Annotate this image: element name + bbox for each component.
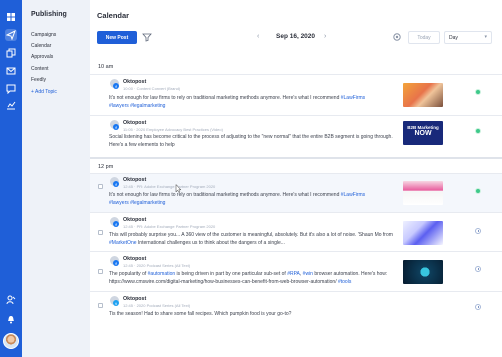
facebook-icon: f <box>113 221 119 227</box>
published-status-icon <box>475 188 481 194</box>
sidebar-item-approvals[interactable]: Approvals <box>31 54 53 60</box>
facebook-icon: f <box>113 124 119 130</box>
users-icon[interactable] <box>5 294 17 306</box>
sidebar-item-calendar[interactable]: Calendar <box>31 43 51 49</box>
sidebar-item-content[interactable]: Content <box>31 66 49 72</box>
calendar-main: Calendar New Post ‹ Sep 16, 2020 › Today… <box>90 0 502 357</box>
post-row[interactable]: f Oktopost 12:45 · 2020 Podcast Series (… <box>90 253 502 291</box>
post-row[interactable]: f Oktopost 12:45 · PR: Adobe Exchange Pa… <box>90 214 502 251</box>
icon-rail <box>0 0 22 357</box>
post-meta: 12:45 · 2020 Podcast Series (All Text) <box>123 303 191 308</box>
post-thumbnail[interactable]: B2B Marketing NOW <box>403 121 443 145</box>
next-day-button[interactable]: › <box>324 33 326 40</box>
post-checkbox[interactable] <box>98 230 103 235</box>
view-select[interactable]: Day ▾ <box>444 31 492 44</box>
post-account-name: Oktopost <box>123 177 147 183</box>
chart-icon[interactable] <box>5 99 17 111</box>
published-status-icon <box>475 89 481 95</box>
post-checkbox[interactable] <box>98 184 103 189</box>
add-topic-link[interactable]: + Add Topic <box>31 89 57 95</box>
post-meta: 12:45 · 2020 Podcast Series (All Text) <box>123 263 191 268</box>
post-account-name: Oktopost <box>123 256 147 262</box>
post-text: Social listening has become critical to … <box>109 134 393 149</box>
post-meta: 12:45 · PR: Adobe Exchange Partner Progr… <box>123 184 216 189</box>
home-icon[interactable] <box>5 11 17 23</box>
settings-icon[interactable] <box>392 32 402 42</box>
time-group-label: 10 am <box>98 64 114 70</box>
post-checkbox[interactable] <box>98 269 103 274</box>
current-date: Sep 16, 2020 <box>276 33 316 40</box>
mouse-cursor-icon <box>175 184 181 193</box>
today-button[interactable]: Today <box>408 31 440 44</box>
divider <box>90 157 502 159</box>
page-title: Calendar <box>97 11 130 20</box>
facebook-icon: f <box>113 181 119 187</box>
post-thumbnail[interactable] <box>403 221 443 245</box>
post-account-name: Oktopost <box>123 217 147 223</box>
divider <box>90 251 502 252</box>
post-text: This will probably surprise you... A 360… <box>109 232 393 247</box>
time-group-label: 12 pm <box>98 164 114 170</box>
post-account-name: Oktopost <box>123 120 147 126</box>
post-account-name: Oktopost <box>123 296 147 302</box>
publishing-sidebar: Publishing Campaigns Calendar Approvals … <box>22 0 90 357</box>
filter-icon[interactable] <box>142 32 152 42</box>
post-row[interactable]: t Oktopost 12:45 · 2020 Podcast Series (… <box>90 293 502 323</box>
chevron-down-icon: ▾ <box>484 34 487 40</box>
scheduled-clock-icon <box>475 304 481 310</box>
new-post-button[interactable]: New Post <box>97 31 137 44</box>
post-thumbnail[interactable] <box>403 260 443 284</box>
post-thumbnail[interactable] <box>403 181 443 205</box>
post-text: It's not enough for law firms to rely on… <box>109 192 366 207</box>
user-avatar[interactable] <box>3 333 19 349</box>
copy-icon[interactable] <box>5 47 17 59</box>
published-status-icon <box>475 128 481 134</box>
scheduled-clock-icon <box>475 266 481 272</box>
post-account-name: Oktopost <box>123 79 147 85</box>
post-row[interactable]: f Oktopost 12:45 · PR: Adobe Exchange Pa… <box>90 174 502 212</box>
post-meta: 11:05 · 2020 Employee Advocacy Best Prac… <box>123 127 223 132</box>
divider <box>90 291 502 292</box>
sidebar-item-campaigns[interactable]: Campaigns <box>31 32 56 38</box>
post-text: Tis the season! Had to share some fall r… <box>109 311 292 317</box>
chat-icon[interactable] <box>5 83 17 95</box>
sidebar-title: Publishing <box>31 11 67 18</box>
thumbnail-caption-now: NOW <box>414 130 432 137</box>
bell-icon[interactable] <box>5 313 17 325</box>
twitter-icon: t <box>113 300 119 306</box>
post-text: The popularity of #automation is being d… <box>109 271 388 286</box>
post-text: It's not enough for law firms to rely on… <box>109 95 366 110</box>
post-row[interactable]: f Oktopost 11:05 · 2020 Employee Advocac… <box>90 117 502 156</box>
app-window: Publishing Campaigns Calendar Approvals … <box>0 0 502 357</box>
send-icon[interactable] <box>5 29 17 41</box>
view-select-value: Day <box>449 34 458 41</box>
divider <box>90 74 502 75</box>
facebook-icon: f <box>113 260 119 266</box>
scheduled-clock-icon <box>475 228 481 234</box>
divider <box>90 212 502 213</box>
previous-day-button[interactable]: ‹ <box>257 33 259 40</box>
facebook-icon: f <box>113 83 119 89</box>
post-thumbnail[interactable] <box>403 83 443 107</box>
post-checkbox[interactable] <box>98 303 103 308</box>
post-meta: 10:00 · Content Convert (Brand) <box>123 86 181 91</box>
post-row[interactable]: f Oktopost 10:00 · Content Convert (Bran… <box>90 76 502 115</box>
divider <box>90 115 502 116</box>
post-meta: 12:45 · PR: Adobe Exchange Partner Progr… <box>123 224 216 229</box>
inbox-icon[interactable] <box>5 65 17 77</box>
sidebar-item-feedly[interactable]: Feedly <box>31 77 46 83</box>
